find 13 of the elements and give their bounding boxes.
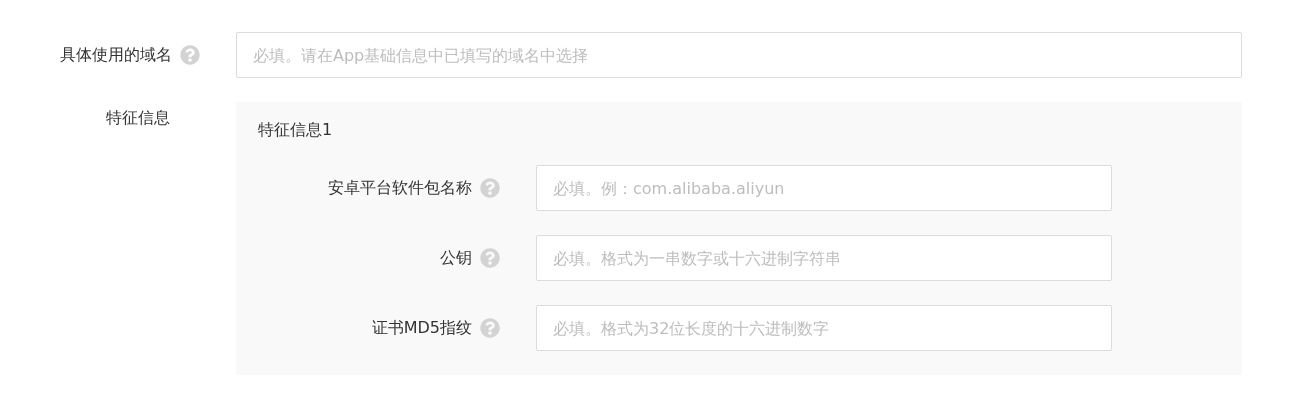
field-label: 安卓平台软件包名称 bbox=[328, 177, 472, 199]
help-icon[interactable] bbox=[480, 248, 500, 268]
field-label: 证书MD5指纹 bbox=[371, 317, 472, 339]
input-field[interactable]: 必填。例：com.alibaba.aliyun bbox=[536, 165, 1112, 211]
section-label: 特征信息 bbox=[106, 107, 170, 129]
field-label: 具体使用的域名 bbox=[60, 44, 172, 66]
input-field[interactable]: 必填。格式为32位长度的十六进制数字 bbox=[536, 305, 1112, 351]
help-icon[interactable] bbox=[480, 178, 500, 198]
help-icon[interactable] bbox=[480, 318, 500, 338]
panel-title: 特征信息1 bbox=[257, 120, 334, 141]
field-label: 公钥 bbox=[440, 247, 472, 269]
input-field[interactable]: 必填。请在App基础信息中已填写的域名中选择 bbox=[236, 32, 1242, 78]
help-icon[interactable] bbox=[180, 45, 200, 65]
